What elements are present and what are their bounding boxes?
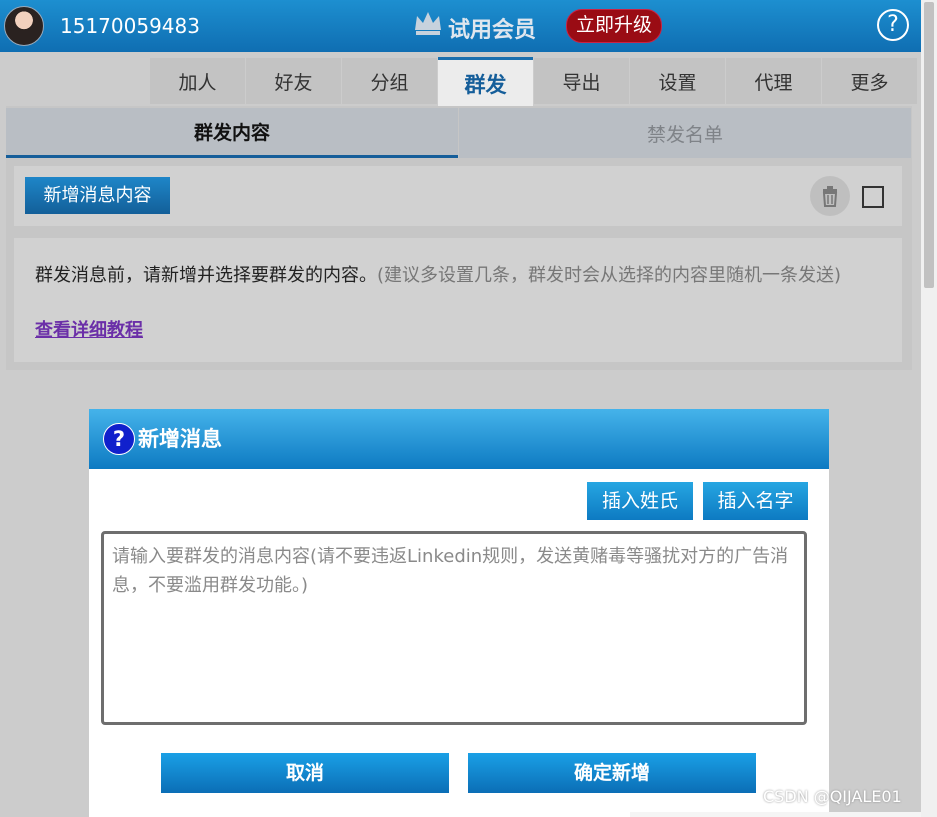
info-hint-text: (建议多设置几条，群发时会从选择的内容里随机一条发送) [377, 265, 842, 286]
tab-friends[interactable]: 好友 [246, 58, 341, 104]
info-main-text: 群发消息前，请新增并选择要群发的内容。 [35, 265, 377, 286]
cancel-button[interactable]: 取消 [161, 753, 449, 793]
membership-label: 试用会员 [448, 18, 537, 43]
tab-settings[interactable]: 设置 [630, 58, 725, 104]
bottom-strip [630, 812, 921, 817]
scrollbar-thumb[interactable] [924, 2, 934, 288]
tab-proxy[interactable]: 代理 [726, 58, 821, 104]
tutorial-link[interactable]: 查看详细教程 [35, 316, 143, 342]
crown-icon [415, 12, 441, 35]
content-toolbar: 新增消息内容 [14, 166, 902, 226]
info-box: 群发消息前，请新增并选择要群发的内容。(建议多设置几条，群发时会从选择的内容里随… [14, 238, 902, 362]
subtab-blocklist[interactable]: 禁发名单 [459, 108, 911, 158]
insert-surname-button[interactable]: 插入姓氏 [587, 482, 693, 520]
vertical-scrollbar[interactable] [921, 0, 937, 817]
message-content-input[interactable] [101, 531, 807, 725]
app-window: 15170059483 试用会员 立即升级 ? 加人 好友 分组 群发 导出 设… [0, 0, 921, 817]
tab-groups[interactable]: 分组 [342, 58, 437, 104]
tab-export[interactable]: 导出 [534, 58, 629, 104]
main-nav-tabs: 加人 好友 分组 群发 导出 设置 代理 更多 [150, 57, 918, 107]
user-avatar[interactable] [4, 6, 44, 46]
info-text: 群发消息前，请新增并选择要群发的内容。(建议多设置几条，群发时会从选择的内容里随… [35, 261, 885, 290]
dialog-title: 新增消息 [138, 427, 222, 451]
tab-add-people[interactable]: 加人 [150, 58, 245, 104]
insert-name-button[interactable]: 插入名字 [703, 482, 808, 520]
watermark-text: CSDN @QIJALE01 [763, 787, 902, 806]
header-bar: 15170059483 试用会员 立即升级 ? [0, 0, 921, 52]
tab-more[interactable]: 更多 [822, 58, 917, 104]
dialog-header: ? 新增消息 [89, 409, 829, 469]
trash-icon-glyph [822, 186, 838, 207]
upgrade-button[interactable]: 立即升级 [566, 9, 662, 43]
tab-mass-send[interactable]: 群发 [438, 57, 533, 107]
question-icon: ? [103, 423, 135, 455]
add-message-content-button[interactable]: 新增消息内容 [25, 177, 170, 214]
account-phone: 15170059483 [60, 14, 200, 38]
add-message-dialog: ? 新增消息 插入姓氏 插入名字 取消 确定新增 [89, 409, 829, 817]
subtab-send-content[interactable]: 群发内容 [6, 108, 458, 158]
select-all-checkbox[interactable] [862, 186, 884, 208]
confirm-add-button[interactable]: 确定新增 [468, 753, 756, 793]
help-circle-icon[interactable]: ? [877, 9, 909, 41]
trash-icon[interactable] [810, 176, 850, 216]
